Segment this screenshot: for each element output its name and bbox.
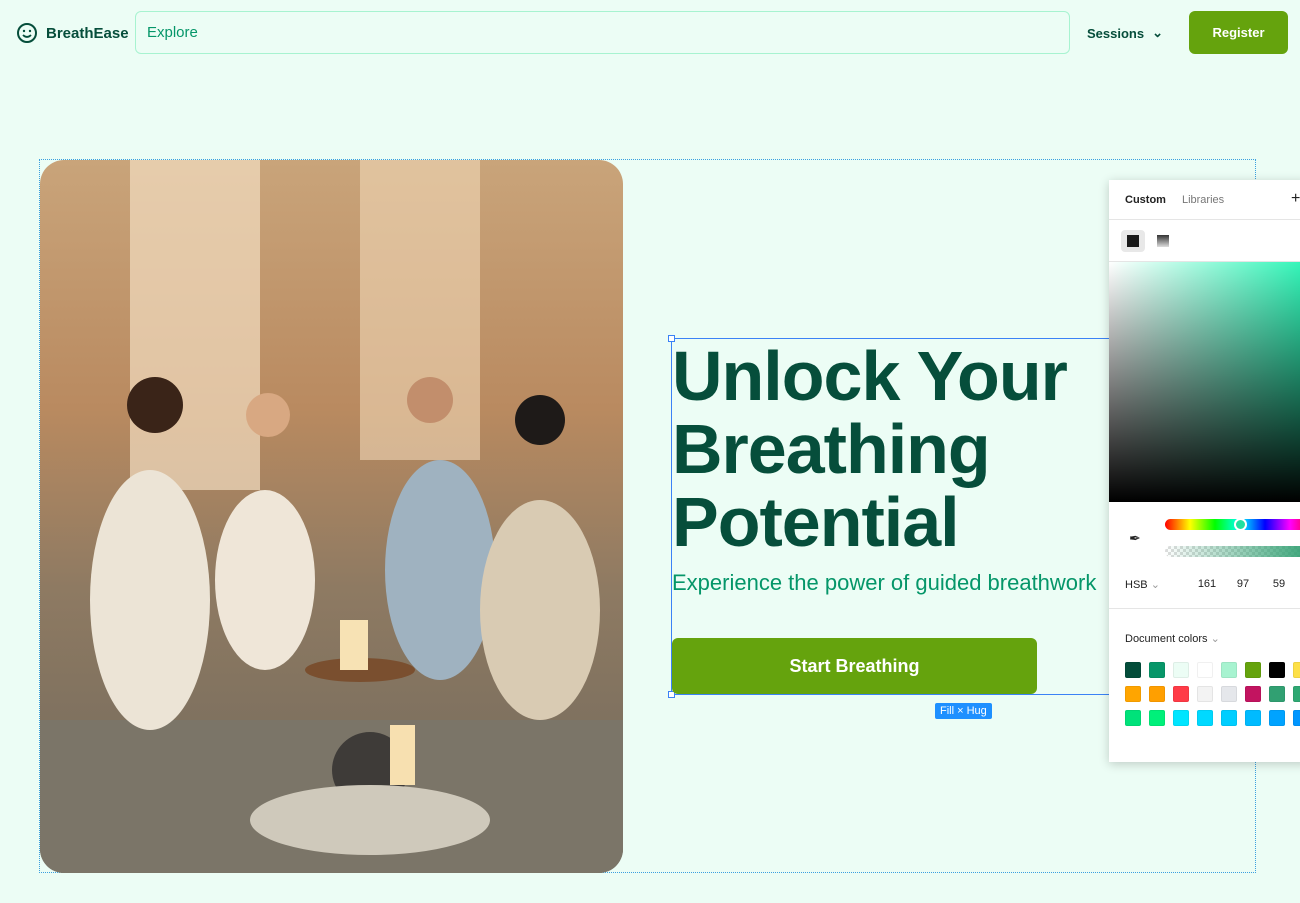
hero-title: Unlock Your Breathing Potential bbox=[672, 337, 1068, 561]
color-swatch[interactable] bbox=[1197, 710, 1213, 726]
color-swatch[interactable] bbox=[1149, 686, 1165, 702]
color-swatch[interactable] bbox=[1269, 662, 1285, 678]
swatch-grid bbox=[1125, 662, 1300, 726]
brand-name: BreathEase bbox=[46, 24, 129, 42]
sessions-label: Sessions bbox=[1087, 25, 1145, 41]
hue-slider-thumb[interactable] bbox=[1234, 518, 1247, 531]
hue-value[interactable]: 161 bbox=[1189, 578, 1225, 591]
color-swatch[interactable] bbox=[1149, 710, 1165, 726]
register-button[interactable]: Register bbox=[1189, 11, 1288, 54]
size-badge: Fill × Hug bbox=[935, 703, 992, 719]
divider bbox=[1109, 608, 1300, 609]
color-swatch[interactable] bbox=[1149, 662, 1165, 678]
color-swatch[interactable] bbox=[1269, 686, 1285, 702]
gradient-fill-button[interactable] bbox=[1151, 230, 1175, 252]
opacity-slider[interactable] bbox=[1165, 546, 1300, 557]
saturation-value[interactable]: 97 bbox=[1225, 578, 1261, 591]
color-swatch[interactable] bbox=[1245, 686, 1261, 702]
tab-libraries[interactable]: Libraries bbox=[1182, 194, 1224, 206]
color-swatch[interactable] bbox=[1245, 710, 1261, 726]
color-mode-label: HSB bbox=[1125, 579, 1148, 591]
brand-logo[interactable]: BreathEase bbox=[16, 22, 129, 44]
color-swatch[interactable] bbox=[1125, 686, 1141, 702]
title-line: Potential bbox=[672, 483, 960, 561]
color-swatch[interactable] bbox=[1245, 662, 1261, 678]
color-swatch[interactable] bbox=[1269, 710, 1285, 726]
hue-slider[interactable] bbox=[1165, 518, 1300, 531]
start-breathing-button[interactable]: Start Breathing bbox=[672, 638, 1037, 694]
brightness-value[interactable]: 59 bbox=[1261, 578, 1297, 591]
color-swatch[interactable] bbox=[1197, 662, 1213, 678]
color-swatch[interactable] bbox=[1173, 686, 1189, 702]
solid-fill-button[interactable] bbox=[1121, 230, 1145, 252]
color-swatch[interactable] bbox=[1173, 662, 1189, 678]
title-line: Unlock Your bbox=[672, 337, 1068, 415]
color-swatch[interactable] bbox=[1125, 710, 1141, 726]
eyedropper-icon[interactable]: ✒ bbox=[1129, 530, 1141, 547]
sessions-dropdown[interactable]: Sessions ⌄ bbox=[1087, 25, 1163, 41]
color-swatch[interactable] bbox=[1221, 710, 1237, 726]
color-swatch[interactable] bbox=[1173, 710, 1189, 726]
top-nav: BreathEase Sessions ⌄ Register bbox=[0, 0, 1300, 66]
hero-subtitle: Experience the power of guided breathwor… bbox=[672, 570, 1097, 595]
smiley-icon bbox=[17, 23, 37, 43]
search-input[interactable] bbox=[135, 11, 1070, 54]
color-swatch[interactable] bbox=[1197, 686, 1213, 702]
document-colors-label: Document colors bbox=[1125, 633, 1208, 645]
saturation-brightness-area[interactable] bbox=[1109, 262, 1300, 502]
chevron-down-icon: ⌄ bbox=[1210, 633, 1220, 645]
gradient-fill-icon bbox=[1157, 235, 1169, 247]
color-swatch[interactable] bbox=[1125, 662, 1141, 678]
hero-image bbox=[40, 160, 623, 873]
document-colors-dropdown[interactable]: Document colors ⌄ bbox=[1125, 632, 1220, 645]
color-picker-panel: Custom Libraries + ✒ HSB ⌄ 161 97 59 Doc… bbox=[1109, 180, 1300, 762]
color-swatch[interactable] bbox=[1221, 686, 1237, 702]
chevron-down-icon: ⌄ bbox=[1150, 579, 1160, 591]
color-swatch[interactable] bbox=[1221, 662, 1237, 678]
solid-fill-icon bbox=[1127, 235, 1139, 247]
title-line: Breathing bbox=[672, 410, 991, 488]
color-mode-dropdown[interactable]: HSB ⌄ bbox=[1125, 578, 1189, 591]
meditation-group-illustration bbox=[40, 160, 623, 873]
tab-custom[interactable]: Custom bbox=[1125, 194, 1166, 206]
color-swatch[interactable] bbox=[1293, 662, 1300, 678]
plus-icon[interactable]: + bbox=[1291, 190, 1300, 208]
color-swatch[interactable] bbox=[1293, 710, 1300, 726]
color-swatch[interactable] bbox=[1293, 686, 1300, 702]
chevron-down-icon: ⌄ bbox=[1152, 25, 1163, 40]
